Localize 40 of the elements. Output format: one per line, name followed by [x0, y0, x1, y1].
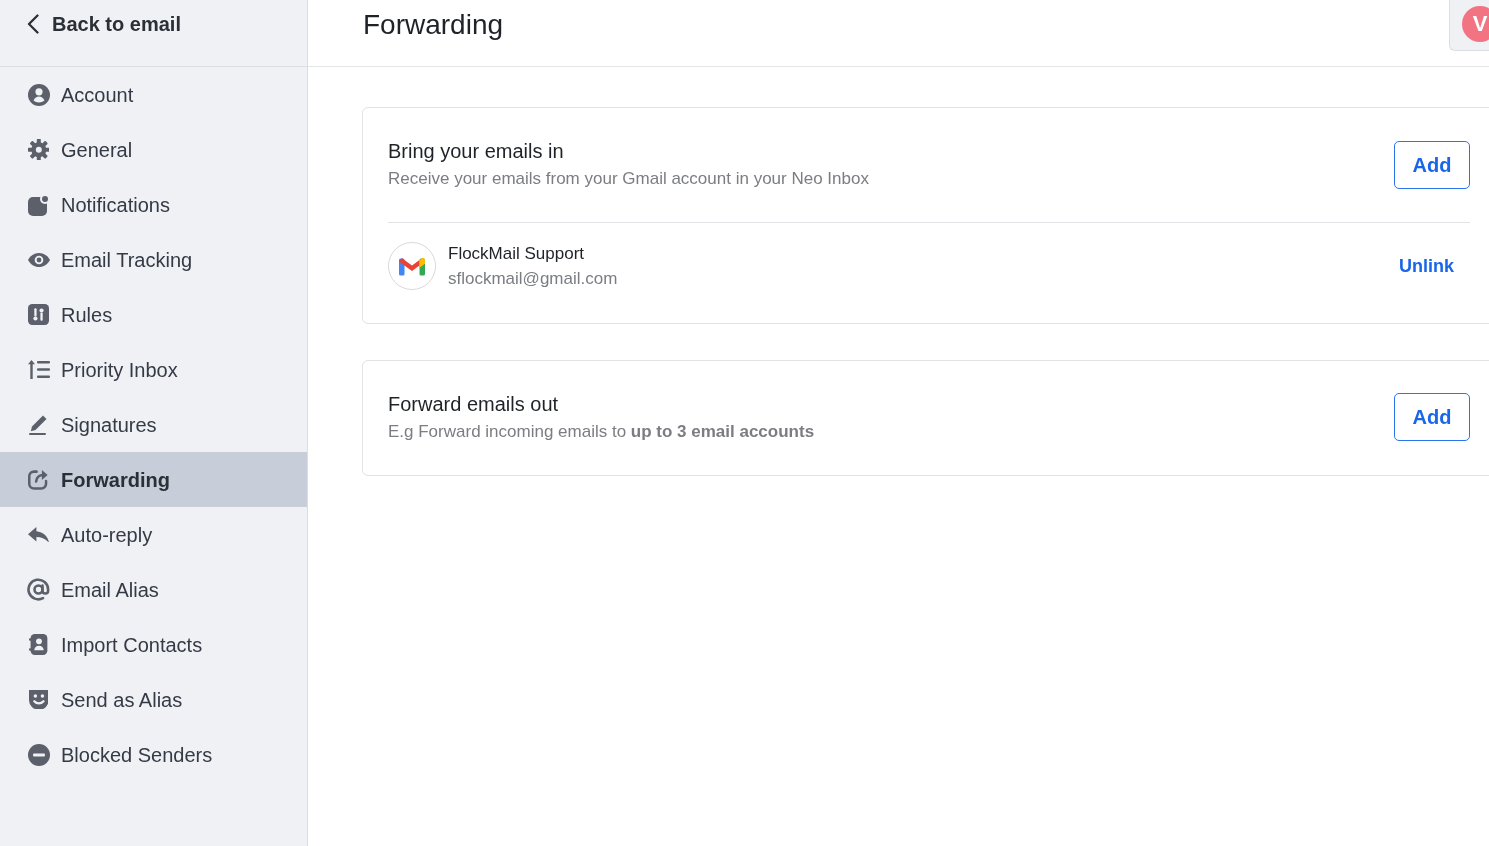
contact-book-icon — [29, 634, 48, 655]
sidebar-item[interactable]: Blocked Senders — [0, 727, 307, 782]
section-title: Bring your emails in — [388, 139, 565, 164]
page-title: Forwarding — [363, 8, 504, 42]
account-email: sflockmail@gmail.com — [448, 268, 618, 291]
person-circle-icon — [27, 83, 50, 106]
sidebar-item[interactable]: Email Alias — [0, 562, 307, 617]
pen-icon — [29, 414, 48, 435]
sidebar-item[interactable]: Priority Inbox — [0, 342, 307, 397]
account-name: FlockMail Support — [448, 242, 586, 265]
at-icon — [27, 578, 50, 601]
sliders-icon — [28, 304, 49, 325]
unlink-link[interactable]: Unlink — [1399, 252, 1454, 280]
minus-circle-icon — [27, 743, 50, 766]
sidebar-item[interactable]: Forwarding — [0, 452, 307, 507]
back-link[interactable]: Back to email — [27, 12, 181, 36]
smiley-icon — [28, 689, 49, 710]
sidebar-item[interactable]: Import Contacts — [0, 617, 307, 672]
section-title: Forward emails out — [388, 391, 560, 417]
add-button[interactable]: Add — [1394, 140, 1470, 189]
add-button[interactable]: Add — [1394, 393, 1470, 442]
notification-square-icon — [27, 193, 50, 216]
eye-icon — [27, 252, 50, 267]
gear-icon — [27, 138, 50, 161]
sidebar-item[interactable]: Auto-reply — [0, 507, 307, 562]
m-logo-icon — [388, 242, 436, 291]
sidebar-item[interactable]: Account — [0, 67, 307, 122]
sidebar-item[interactable]: Signatures — [0, 397, 307, 452]
share-icon — [28, 469, 49, 490]
chevron-left-icon — [27, 14, 39, 34]
sidebar-item[interactable]: Notifications — [0, 177, 307, 232]
avatar: V — [1462, 6, 1489, 42]
sidebar-item[interactable]: Rules — [0, 287, 307, 342]
sidebar-item[interactable]: Send as Alias — [0, 672, 307, 727]
section-description: Receive your emails from your Gmail account in your Neo Inbox — [388, 168, 869, 190]
section-description: E.g Forward incoming emails to up to 3 email accounts — [388, 420, 815, 443]
sort-list-icon — [27, 360, 50, 379]
reply-icon — [28, 526, 49, 543]
sidebar-item[interactable]: Email Tracking — [0, 232, 307, 287]
sidebar-item[interactable]: General — [0, 122, 307, 177]
